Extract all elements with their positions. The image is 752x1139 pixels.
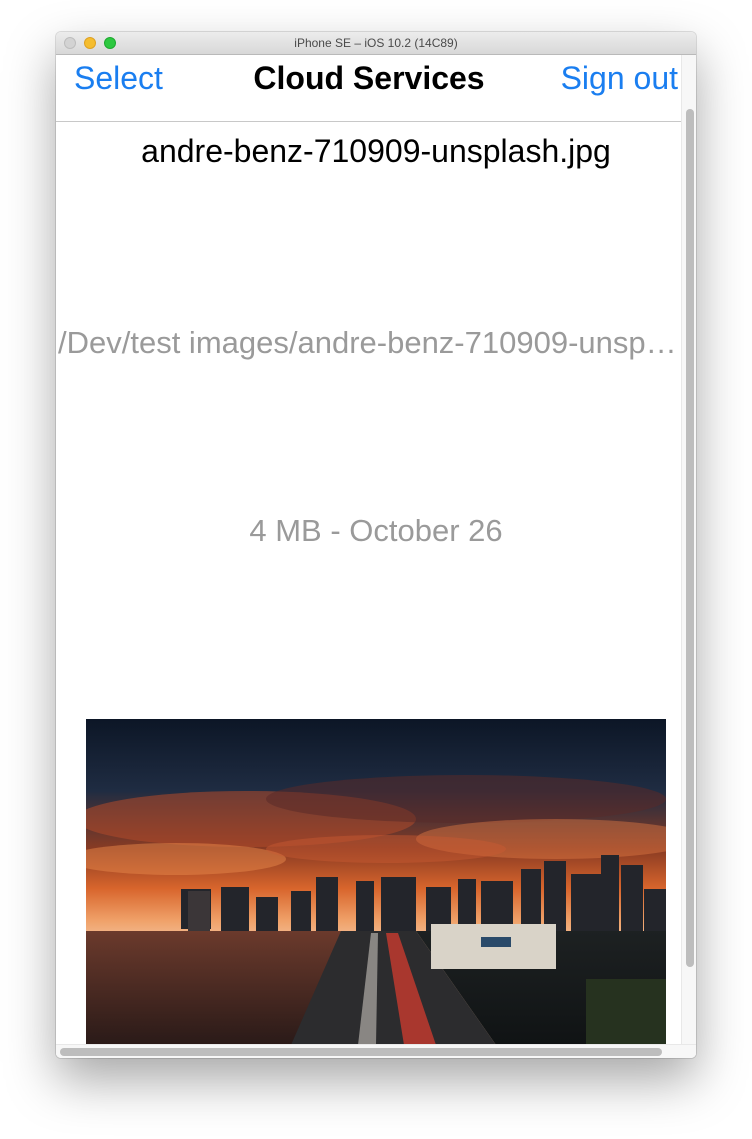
sign-out-button[interactable]: Sign out	[561, 60, 678, 97]
horizontal-scrollbar-thumb[interactable]	[60, 1048, 662, 1056]
file-name: andre-benz-710909-unsplash.jpg	[141, 133, 611, 169]
navigation-bar: Select Cloud Services Sign out	[56, 55, 682, 122]
simulator-window: iPhone SE – iOS 10.2 (14C89) Select Clou…	[56, 32, 696, 1058]
app-screen: Select Cloud Services Sign out andre-ben…	[56, 55, 696, 1058]
vertical-scrollbar-thumb[interactable]	[686, 109, 694, 967]
file-path: /Dev/test images/andre-benz-710909-unspl…	[58, 325, 682, 360]
file-size-date: 4 MB - October 26	[249, 513, 503, 548]
window-title: iPhone SE – iOS 10.2 (14C89)	[294, 36, 458, 50]
image-preview	[86, 719, 666, 1045]
window-titlebar[interactable]: iPhone SE – iOS 10.2 (14C89)	[56, 32, 696, 55]
